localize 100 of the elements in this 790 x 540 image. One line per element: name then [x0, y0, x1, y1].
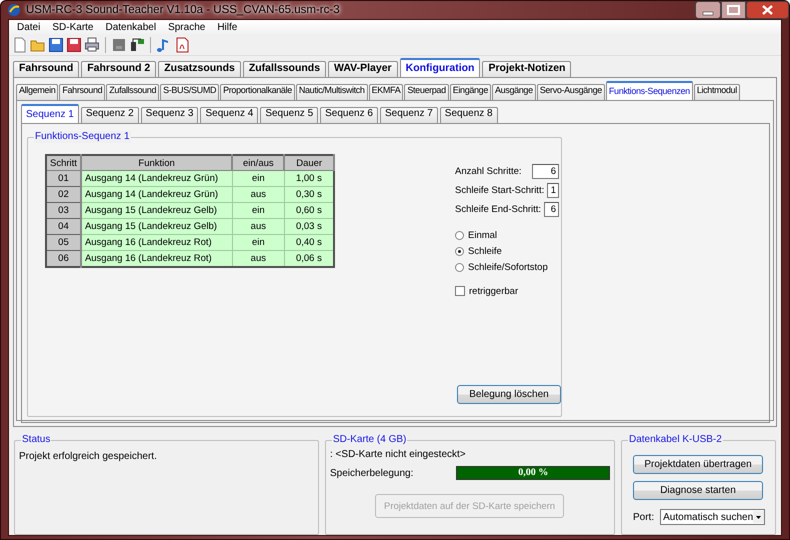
- table-cell: 05: [46, 234, 81, 250]
- tab[interactable]: Allgemein: [16, 84, 58, 100]
- tab[interactable]: Sequenz 5: [260, 107, 318, 123]
- table-cell: aus: [232, 186, 284, 202]
- cable-icon[interactable]: [129, 37, 145, 53]
- tab[interactable]: Zufallssound: [106, 84, 160, 100]
- radio-button[interactable]: [455, 246, 464, 256]
- dropdown-value: Automatisch suchen: [663, 512, 754, 522]
- tab[interactable]: Zufallssounds: [242, 61, 326, 77]
- table-cell: 1,00 s: [284, 170, 334, 186]
- radio-label: Schleife/Sofortstop: [468, 262, 548, 272]
- checkbox[interactable]: [455, 286, 465, 296]
- table-cell: Ausgang 14 (Landekreuz Grün): [80, 170, 232, 186]
- tab[interactable]: Sequenz 6: [320, 107, 378, 123]
- tab[interactable]: Fahrsound: [59, 84, 106, 100]
- table-cell: 0,30 s: [284, 186, 334, 202]
- print-icon[interactable]: [84, 37, 100, 53]
- radio-label: Schleife: [468, 246, 502, 256]
- table-cell: 06: [46, 250, 81, 267]
- table-cell: Ausgang 14 (Landekreuz Grün): [80, 186, 232, 202]
- tab[interactable]: Sequenz 7: [380, 107, 438, 123]
- tab[interactable]: Sequenz 3: [140, 107, 198, 123]
- table-cell: ein: [232, 202, 284, 218]
- tab[interactable]: Zusatzsounds: [158, 61, 241, 77]
- checkbox-label: retriggerbar: [469, 286, 518, 296]
- tab[interactable]: Ausgänge: [492, 84, 536, 100]
- tab[interactable]: Sequenz 1: [21, 104, 79, 123]
- tab[interactable]: Proportionalkanäle: [220, 84, 295, 100]
- maximize-icon[interactable]: [721, 1, 746, 19]
- usage-label: Speicherbelegung:: [330, 468, 414, 478]
- input-field[interactable]: 6: [532, 164, 559, 179]
- tab[interactable]: Lichtmodul: [694, 84, 740, 100]
- table-cell: 0,06 s: [284, 250, 334, 267]
- menu-item[interactable]: Hilfe: [211, 20, 244, 35]
- tab[interactable]: Sequenz 2: [80, 107, 139, 123]
- port-label: Port:: [633, 512, 654, 522]
- field-label: Schleife End-Schritt:: [455, 204, 542, 215]
- tab[interactable]: Fahrsound: [13, 61, 80, 77]
- clear-button[interactable]: Belegung löschen: [457, 385, 561, 404]
- table-cell: 0,03 s: [284, 218, 334, 234]
- field-label: Anzahl Schritte:: [455, 166, 522, 177]
- tab[interactable]: Eingänge: [450, 84, 491, 100]
- column-header: Schritt: [46, 155, 81, 170]
- table-cell: aus: [232, 218, 284, 234]
- table-cell: Ausgang 16 (Landekreuz Rot): [80, 250, 232, 267]
- table-cell: aus: [232, 250, 284, 267]
- action-button[interactable]: Projektdaten übertragen: [633, 455, 763, 474]
- tab[interactable]: Steuerpad: [404, 84, 449, 100]
- save-icon[interactable]: [66, 37, 82, 53]
- tab[interactable]: WAV-Player: [328, 61, 398, 77]
- table-cell: 02: [46, 186, 81, 202]
- port-dropdown[interactable]: Automatisch suchen: [660, 509, 766, 525]
- status-message: Projekt erfolgreich gespeichert.: [19, 451, 158, 462]
- group-title: Funktions-Sequenz 1: [34, 131, 131, 143]
- column-header: Funktion: [80, 155, 232, 170]
- table-cell: Ausgang 16 (Landekreuz Rot): [80, 234, 232, 250]
- radio-label: Einmal: [468, 230, 498, 240]
- radio-button[interactable]: [455, 230, 464, 240]
- radio-button[interactable]: [455, 262, 464, 272]
- tab[interactable]: Funktions-Sequenzen: [606, 81, 693, 100]
- table-cell: Ausgang 15 (Landekreuz Gelb): [80, 202, 232, 218]
- tab[interactable]: Sequenz 4: [200, 107, 258, 123]
- table-cell: ein: [232, 170, 284, 186]
- sd-card-info: : <SD-Karte nicht eingesteckt>: [330, 449, 467, 460]
- input-field[interactable]: 6: [544, 202, 559, 217]
- menu-item[interactable]: Datei: [11, 20, 46, 35]
- menu-item[interactable]: SD-Karte: [46, 20, 100, 35]
- menu-item[interactable]: Sprache: [162, 20, 212, 35]
- window-title: USM-RC-3 Sound-Teacher V1.10a - USS_CVAN-65.usm-rc-3: [26, 4, 341, 16]
- table-cell: 01: [46, 170, 81, 186]
- new-file-icon[interactable]: [12, 37, 28, 53]
- action-button[interactable]: Diagnose starten: [633, 481, 763, 500]
- column-header: ein/aus: [232, 155, 284, 170]
- usage-bar: 0,00 %: [456, 466, 610, 480]
- tab[interactable]: Nautic/Multiswitch: [296, 84, 368, 100]
- app-icon[interactable]: [7, 3, 21, 17]
- table-cell: ein: [232, 234, 284, 250]
- save-icon[interactable]: [48, 37, 64, 53]
- field-label: Schleife Start-Schritt:: [455, 185, 544, 196]
- tab[interactable]: Servo-Ausgänge: [536, 84, 605, 100]
- table-cell: 04: [46, 218, 81, 234]
- input-field[interactable]: 1: [547, 183, 559, 198]
- tab[interactable]: Konfiguration: [400, 58, 480, 77]
- tab[interactable]: Fahrsound 2: [81, 61, 156, 77]
- tab[interactable]: S-BUS/SUMD: [160, 84, 220, 100]
- column-header: Dauer: [284, 155, 334, 170]
- tab[interactable]: Sequenz 8: [440, 107, 498, 123]
- save-to-sd-button: Projektdaten auf der SD-Karte speichern: [375, 494, 564, 518]
- close-icon[interactable]: [746, 1, 789, 19]
- group-title: SD-Karte (4 GB): [332, 434, 408, 446]
- table-cell: 03: [46, 202, 81, 218]
- sd-card-icon[interactable]: [111, 37, 127, 53]
- menu-item[interactable]: Datenkabel: [99, 20, 162, 35]
- tab[interactable]: EKMFA: [368, 84, 404, 100]
- minimize-icon[interactable]: [695, 1, 721, 19]
- table-cell: Ausgang 15 (Landekreuz Gelb): [80, 218, 232, 234]
- table-cell: 0,40 s: [284, 234, 334, 250]
- tab[interactable]: Projekt-Notizen: [482, 61, 572, 77]
- table-cell: 0,60 s: [284, 202, 334, 218]
- pdf-document-icon[interactable]: [174, 37, 190, 53]
